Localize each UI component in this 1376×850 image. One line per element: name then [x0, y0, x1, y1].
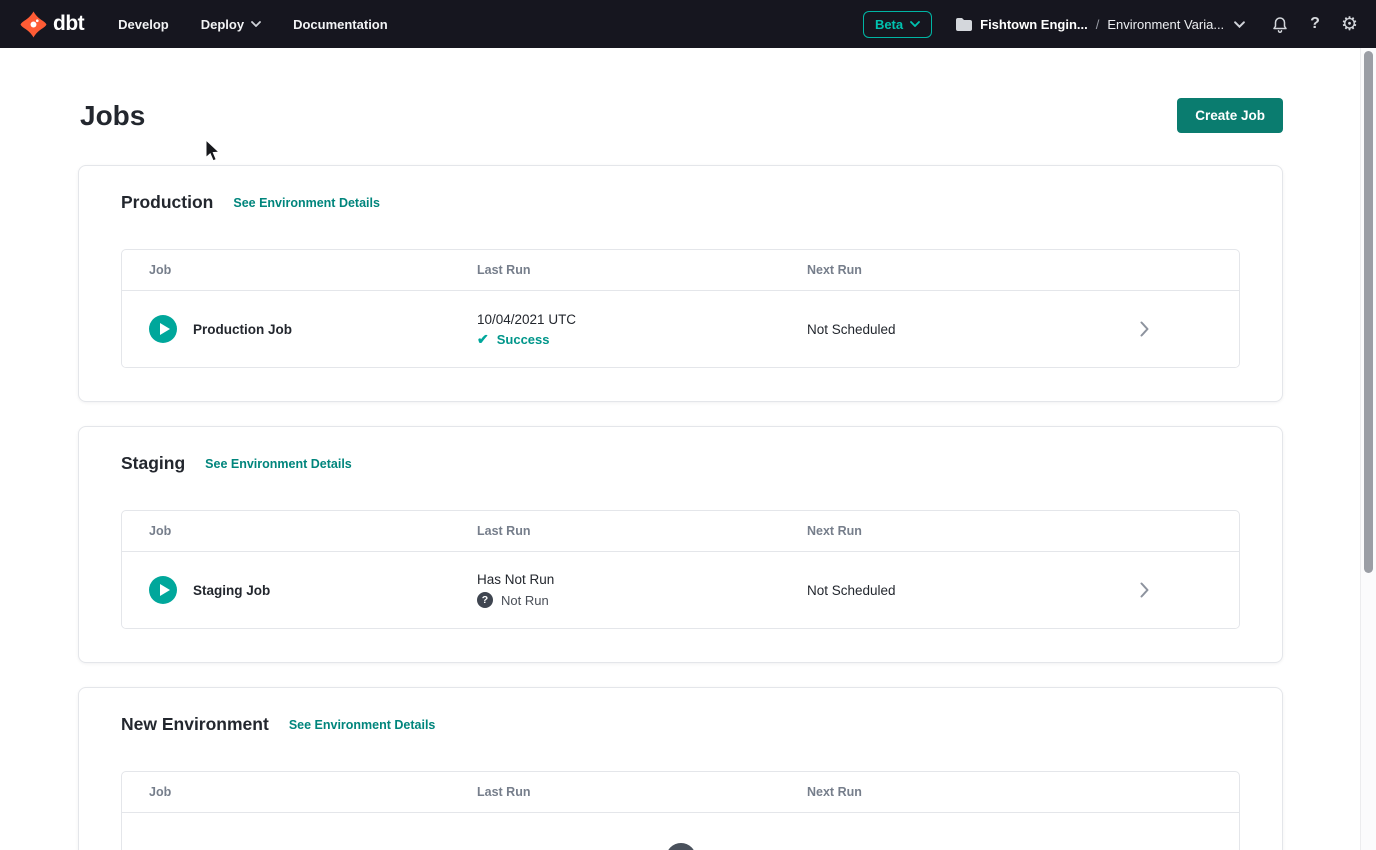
dbt-logo-text: dbt: [53, 12, 84, 36]
environment-card-header: Production See Environment Details: [121, 192, 1240, 213]
last-run-cell: 10/04/2021 UTC ✔ Success: [477, 312, 807, 347]
nav-item-develop-label: Develop: [118, 17, 169, 32]
environment-card-header: Staging See Environment Details: [121, 453, 1240, 474]
chevron-right-icon[interactable]: [1140, 321, 1149, 337]
job-row[interactable]: Production Job 10/04/2021 UTC ✔ Success …: [122, 291, 1239, 367]
nav-item-develop[interactable]: Develop: [118, 17, 169, 32]
next-run-cell: Not Scheduled: [807, 583, 1049, 598]
nav-item-deploy[interactable]: Deploy: [201, 17, 261, 32]
column-header-job: Job: [122, 524, 477, 538]
breadcrumb[interactable]: Fishtown Engin... / Environment Varia...: [956, 17, 1245, 32]
chevron-right-icon[interactable]: [1140, 582, 1149, 598]
dbt-logo[interactable]: dbt: [20, 11, 84, 38]
environment-name: Staging: [121, 453, 185, 474]
status-badge: ? Not Run: [477, 592, 807, 608]
page-header: Jobs Create Job: [78, 98, 1283, 133]
navbar-right: Beta Fishtown Engin... / Environment Var…: [863, 11, 1358, 38]
jobs-table: Job Last Run Next Run Production Job 10/…: [121, 249, 1240, 368]
column-header-last-run: Last Run: [477, 524, 807, 538]
chevron-down-icon: [910, 21, 920, 27]
nav-item-documentation-label: Documentation: [293, 17, 388, 32]
environment-card-staging: Staging See Environment Details Job Last…: [78, 426, 1283, 663]
environment-card-header: New Environment See Environment Details: [121, 714, 1240, 735]
status-label: Success: [497, 332, 550, 347]
see-environment-details-link[interactable]: See Environment Details: [205, 457, 352, 471]
main-content: Jobs Create Job Production See Environme…: [0, 48, 1376, 850]
column-header-last-run: Last Run: [477, 263, 807, 277]
environment-name: Production: [121, 192, 213, 213]
breadcrumb-page[interactable]: Environment Varia...: [1107, 17, 1224, 32]
jobs-table-header: Job Last Run Next Run: [122, 772, 1239, 813]
jobs-table: Job Last Run Next Run ?: [121, 771, 1240, 850]
nav-item-deploy-label: Deploy: [201, 17, 244, 32]
environment-card-production: Production See Environment Details Job L…: [78, 165, 1283, 402]
empty-jobs-row: ?: [122, 813, 1239, 850]
job-name: Staging Job: [193, 583, 270, 598]
primary-nav: Develop Deploy Documentation: [118, 17, 388, 32]
chevron-down-icon[interactable]: [1234, 21, 1245, 28]
next-run-cell: Not Scheduled: [807, 322, 1049, 337]
breadcrumb-project[interactable]: Fishtown Engin...: [980, 17, 1088, 32]
column-header-last-run: Last Run: [477, 785, 807, 799]
help-icon[interactable]: ?: [1310, 15, 1320, 33]
last-run-date: Has Not Run: [477, 572, 807, 587]
environment-card-new-environment: New Environment See Environment Details …: [78, 687, 1283, 850]
scrollbar-thumb[interactable]: [1364, 51, 1373, 573]
nav-item-documentation[interactable]: Documentation: [293, 17, 388, 32]
status-badge: ✔ Success: [477, 332, 807, 347]
breadcrumb-separator: /: [1096, 17, 1100, 32]
navbar-icon-group: ? ⚙: [1271, 15, 1358, 34]
column-header-job: Job: [122, 785, 477, 799]
question-mark-icon: ?: [477, 592, 493, 608]
folder-icon: [956, 18, 972, 31]
see-environment-details-link[interactable]: See Environment Details: [289, 718, 436, 732]
check-icon: ✔: [477, 332, 489, 346]
beta-badge[interactable]: Beta: [863, 11, 932, 38]
dbt-logo-icon: [20, 11, 47, 38]
run-job-button[interactable]: [149, 576, 177, 604]
page-title: Jobs: [80, 100, 145, 132]
navbar-left: dbt Develop Deploy Documentation: [20, 11, 388, 38]
beta-badge-label: Beta: [875, 17, 903, 32]
jobs-table-header: Job Last Run Next Run: [122, 511, 1239, 552]
job-name: Production Job: [193, 322, 292, 337]
last-run-date: 10/04/2021 UTC: [477, 312, 807, 327]
run-job-button[interactable]: [149, 315, 177, 343]
see-environment-details-link[interactable]: See Environment Details: [233, 196, 380, 210]
job-cell: Production Job: [122, 315, 477, 343]
status-label: Not Run: [501, 593, 549, 608]
column-header-job: Job: [122, 263, 477, 277]
job-cell: Staging Job: [122, 576, 477, 604]
top-navbar: dbt Develop Deploy Documentation B: [0, 0, 1376, 48]
row-chevron-cell: [1049, 321, 1239, 337]
gear-icon[interactable]: ⚙: [1341, 15, 1358, 34]
row-chevron-cell: [1049, 582, 1239, 598]
app-window: dbt Develop Deploy Documentation B: [0, 0, 1376, 850]
column-header-next-run: Next Run: [807, 524, 1049, 538]
create-job-button[interactable]: Create Job: [1177, 98, 1283, 133]
chevron-down-icon: [251, 21, 261, 27]
column-header-next-run: Next Run: [807, 785, 1049, 799]
environment-name: New Environment: [121, 714, 269, 735]
jobs-table: Job Last Run Next Run Staging Job Has No…: [121, 510, 1240, 629]
jobs-table-header: Job Last Run Next Run: [122, 250, 1239, 291]
last-run-cell: Has Not Run ? Not Run: [477, 572, 807, 608]
scrollbar-track[interactable]: [1360, 48, 1376, 850]
job-row[interactable]: Staging Job Has Not Run ? Not Run Not Sc…: [122, 552, 1239, 628]
column-header-next-run: Next Run: [807, 263, 1049, 277]
question-mark-icon: ?: [666, 843, 696, 850]
bell-icon[interactable]: [1271, 15, 1289, 33]
